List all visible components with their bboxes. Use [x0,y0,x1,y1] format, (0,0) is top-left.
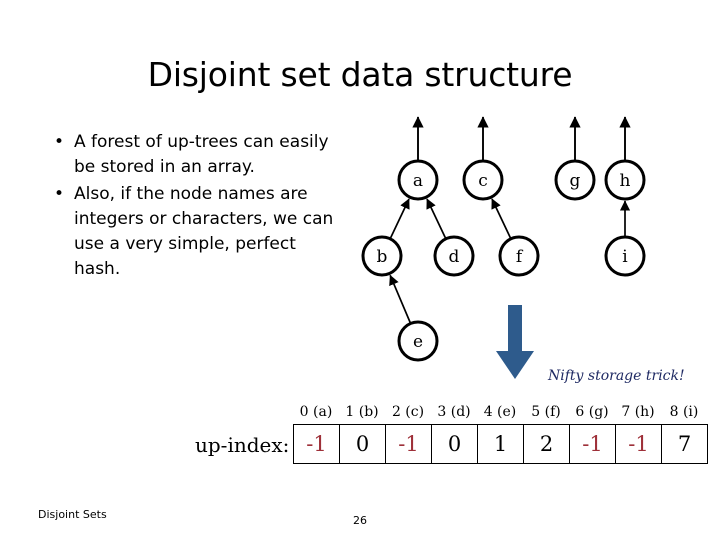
array-cells-row: -1 0 -1 0 1 2 -1 -1 7 [293,424,708,464]
bullet-marker-icon: • [54,184,65,204]
array-cell[interactable]: 1 [478,425,524,463]
array-cell[interactable]: 0 [340,425,386,463]
array-column-header: 1 (b) [345,404,379,420]
node-label-b: b [377,247,388,267]
page-number: 26 [353,514,367,527]
tree-node-g[interactable]: g [554,159,596,201]
bullet-marker-icon: • [54,132,65,152]
array-column-header: 2 (c) [391,404,425,420]
array-column-header: 7 (h) [621,404,655,420]
tree-node-a[interactable]: a [397,159,439,201]
node-label-g: g [570,171,581,191]
node-label-d: d [449,247,460,267]
array-cell[interactable]: -1 [386,425,432,463]
array-cell[interactable]: -1 [570,425,616,463]
array-column-header: 8 (i) [669,404,699,420]
slide-canvas: Disjoint set data structure • A forest o… [0,0,720,540]
array-cell[interactable]: -1 [616,425,662,463]
node-label-i: i [622,247,628,267]
tree-node-c[interactable]: c [462,159,504,201]
list-item: • A forest of up-trees can easily be sto… [40,130,340,180]
array-cell[interactable]: -1 [294,425,340,463]
tree-edge-f-to-c [491,198,512,240]
node-label-a: a [413,171,423,191]
tree-edge-b-to-a [389,198,410,240]
array-row-label: up-index: [195,433,290,457]
array-cell[interactable]: 2 [524,425,570,463]
bullet-list: • A forest of up-trees can easily be sto… [40,130,340,284]
node-label-c: c [478,171,488,191]
array-column-header: 3 (d) [437,404,471,420]
down-arrow-svg [496,305,534,379]
page-title: Disjoint set data structure [147,55,573,94]
tree-edge-e-to-b [389,274,412,324]
tree-node-d[interactable]: d [433,235,475,277]
tree-edge-d-to-a [426,198,447,240]
node-label-e: e [413,332,423,352]
array-column-header: 0 (a) [299,404,333,420]
down-arrow-icon [492,305,538,385]
bullet-text: Also, if the node names are integers or … [74,184,334,279]
tree-node-e[interactable]: e [397,320,439,362]
list-item: • Also, if the node names are integers o… [40,182,340,282]
array-column-header: 5 (f) [531,404,561,420]
array-cell[interactable]: 0 [432,425,478,463]
tree-node-b[interactable]: b [361,235,403,277]
tree-node-i[interactable]: i [604,235,646,277]
bullet-text: A forest of up-trees can easily be store… [74,132,329,177]
tree-node-h[interactable]: h [604,159,646,201]
nifty-storage-note: Nifty storage trick! [548,368,685,384]
array-column-header: 6 (g) [575,404,609,420]
node-label-h: h [620,171,631,191]
forest-root-arrows [412,116,631,161]
array-column-headers: 0 (a) 1 (b) 2 (c) 3 (d) 4 (e) 5 (f) 6 (g) 7 (h)… [293,403,707,421]
array-cell[interactable]: 7 [662,425,708,463]
tree-node-f[interactable]: f [498,235,540,277]
array-column-header: 4 (e) [483,404,517,420]
